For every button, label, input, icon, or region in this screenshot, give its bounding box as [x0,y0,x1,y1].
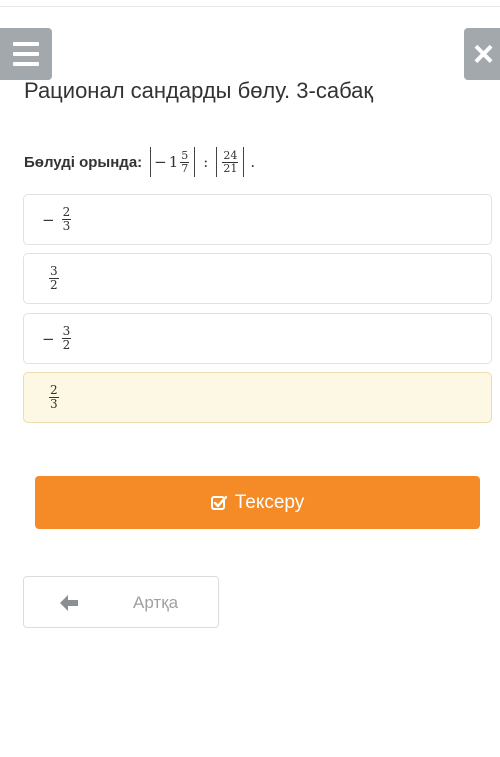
question-label: Бөлуді орында: [24,153,143,171]
hamburger-menu-icon-bar [13,52,39,56]
expr-end: . [250,153,256,171]
option-sign: − [42,329,55,348]
abs-value-a: − 1 5 7 [150,147,196,177]
expr-b-fraction: 24 21 [222,148,239,175]
expr-a-denominator: 7 [181,161,189,175]
expr-a-sign: − [154,153,167,171]
question-prompt: Бөлуді орында: − 1 5 7 : 24 21 . [24,144,255,180]
option-numerator: 3 [61,324,72,339]
question-expression: − 1 5 7 : 24 21 . [148,147,255,177]
close-x-icon: × [473,33,495,74]
option-value: − 3 2 [42,325,73,352]
abs-value-b: 24 21 [216,147,245,177]
answer-option-1[interactable]: − 2 3 [23,194,492,245]
option-denominator: 3 [62,219,71,233]
expr-a-fraction: 5 7 [180,148,190,175]
back-label: Артқа [133,593,179,612]
hamburger-menu-icon-bar [13,62,39,66]
option-sign: − [42,210,55,229]
expr-a-numerator: 5 [180,148,190,163]
menu-button[interactable] [0,28,52,80]
option-fraction: 3 2 [61,324,72,352]
answer-option-2[interactable]: 3 2 [23,253,492,304]
lesson-title: Рационал сандарды бөлу. 3-сабақ [24,78,374,103]
hamburger-menu-icon [13,42,39,46]
option-fraction: 2 3 [61,205,72,233]
option-denominator: 2 [50,278,58,292]
option-denominator: 3 [50,397,58,411]
option-value: 3 2 [42,265,61,292]
checkbox-check-icon [210,495,227,510]
top-divider [0,6,500,7]
expr-b-numerator: 24 [222,148,239,163]
back-button[interactable]: Артқа [23,576,219,628]
answer-option-4[interactable]: 2 3 [23,372,492,423]
option-numerator: 2 [49,383,59,398]
expr-operator: : [203,153,209,171]
arrow-left-icon [60,595,78,611]
option-numerator: 3 [49,264,59,279]
option-denominator: 2 [62,338,71,352]
check-answer-button[interactable]: Тексеру [35,476,480,529]
option-numerator: 2 [61,205,72,220]
expr-a-whole: 1 [168,153,179,171]
expr-b-denominator: 21 [223,161,238,175]
option-fraction: 2 3 [49,384,59,411]
check-answer-label: Тексеру [234,491,305,513]
option-value: − 2 3 [42,206,73,233]
answer-option-3[interactable]: − 3 2 [23,313,492,364]
option-value: 2 3 [42,384,61,411]
option-fraction: 3 2 [49,265,59,292]
close-button[interactable]: × [464,28,500,80]
